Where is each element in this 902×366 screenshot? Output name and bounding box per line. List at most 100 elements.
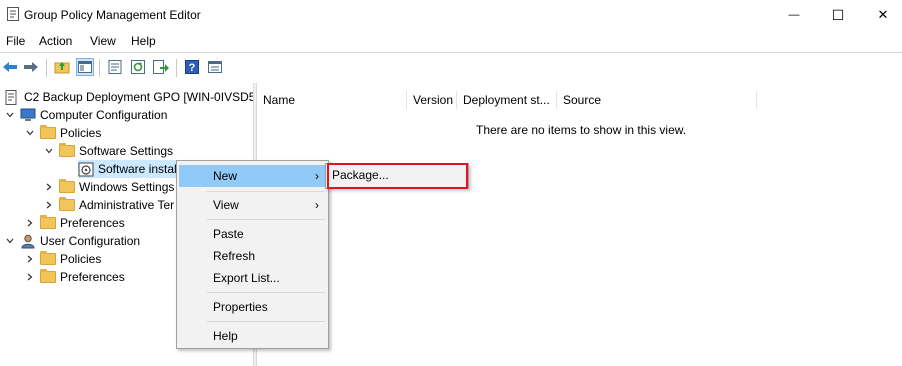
tree-label: Preferences <box>60 216 125 230</box>
tree-label: C2 Backup Deployment GPO [WIN-0IVSD5I <box>24 90 259 104</box>
tree-item-computer-configuration[interactable]: Computer Configuration <box>4 106 167 124</box>
chevron-right-icon[interactable] <box>43 181 55 193</box>
column-header-version[interactable]: Version <box>407 91 457 109</box>
close-button[interactable]: ✕ <box>860 0 902 30</box>
menu-item-properties[interactable]: Properties <box>179 296 327 318</box>
refresh-icon <box>131 60 145 74</box>
menu-item-help[interactable]: Help <box>179 325 327 347</box>
svg-text:?: ? <box>189 62 196 74</box>
folder-icon <box>59 179 75 194</box>
maximize-icon: ☐ <box>831 6 845 23</box>
folder-icon <box>40 269 56 284</box>
folder-icon <box>59 197 75 212</box>
folder-icon <box>59 143 75 158</box>
submenu-arrow-icon: › <box>315 169 319 183</box>
menu-item-label: Help <box>213 329 238 343</box>
refresh-button[interactable] <box>129 58 147 76</box>
menu-item-label: Refresh <box>213 249 256 263</box>
help-button[interactable]: ? <box>183 58 201 76</box>
menu-help[interactable]: Help <box>131 34 156 48</box>
minimize-button[interactable]: — <box>771 0 817 30</box>
tree-label: Administrative Ter <box>79 198 175 212</box>
menu-bar: File Action View Help <box>0 30 902 52</box>
tree-item-gpo-root[interactable]: C2 Backup Deployment GPO [WIN-0IVSD5I <box>4 88 259 106</box>
tree-item-software-settings[interactable]: Software Settings <box>43 142 173 160</box>
tree-item-user-policies[interactable]: Policies <box>24 250 101 268</box>
tree-item-user-configuration[interactable]: User Configuration <box>4 232 140 250</box>
show-hide-tree-icon <box>78 61 92 73</box>
menu-separator <box>207 219 325 220</box>
menu-separator <box>207 191 325 192</box>
menu-item-label: Export List... <box>213 271 280 285</box>
up-folder-icon <box>54 62 70 74</box>
user-icon <box>20 234 36 248</box>
tree-item-windows-settings[interactable]: Windows Settings <box>43 178 174 196</box>
menu-file[interactable]: File <box>6 34 25 48</box>
window-title: Group Policy Management Editor <box>24 8 201 22</box>
toolbar-separator <box>176 59 177 77</box>
menu-view[interactable]: View <box>90 34 116 48</box>
tree-item-administrative-templates[interactable]: Administrative Ter <box>43 196 174 214</box>
chevron-right-icon[interactable] <box>24 253 36 265</box>
tree-label: Preferences <box>60 270 125 284</box>
menu-separator <box>207 321 325 322</box>
context-menu: New › View › Paste Refresh Export List..… <box>176 160 329 349</box>
tree-label: Windows Settings <box>79 180 175 194</box>
properties-button[interactable] <box>106 58 124 76</box>
column-header-name[interactable]: Name <box>257 91 407 109</box>
help-icon: ? <box>185 60 199 74</box>
column-header-deployment-state[interactable]: Deployment st... <box>457 91 557 109</box>
menu-action[interactable]: Action <box>39 34 72 48</box>
tree-label: Computer Configuration <box>40 108 168 122</box>
details-pane: Name Version Deployment st... Source The… <box>257 83 902 366</box>
chevron-down-icon[interactable] <box>43 145 55 157</box>
tree-item-preferences[interactable]: Preferences <box>24 214 125 232</box>
gpo-document-icon <box>4 89 20 105</box>
toolbar-separator <box>46 59 47 77</box>
chevron-right-icon[interactable] <box>24 217 36 229</box>
tree-label: Policies <box>60 126 102 140</box>
menu-item-refresh[interactable]: Refresh <box>179 245 327 267</box>
title-bar: Group Policy Management Editor — ☐ ✕ <box>0 0 902 30</box>
chevron-down-icon[interactable] <box>4 109 16 121</box>
empty-list-message: There are no items to show in this view. <box>476 123 687 137</box>
show-hide-tree-button[interactable] <box>76 58 94 76</box>
console-view-icon <box>208 61 222 73</box>
menu-item-view[interactable]: View › <box>179 194 327 216</box>
folder-icon <box>40 215 56 230</box>
back-button[interactable] <box>1 58 19 76</box>
tree-label: Software instal <box>98 162 177 176</box>
export-list-button[interactable] <box>152 58 170 76</box>
forward-arrow-icon <box>24 62 38 72</box>
minimize-icon: — <box>788 9 800 21</box>
menu-item-paste[interactable]: Paste <box>179 223 327 245</box>
toolbar-separator <box>99 59 100 77</box>
menu-item-export-list[interactable]: Export List... <box>179 267 327 289</box>
properties-icon <box>108 60 122 74</box>
console-view-button[interactable] <box>206 58 224 76</box>
tree-item-user-preferences[interactable]: Preferences <box>24 268 125 286</box>
chevron-down-icon[interactable] <box>4 235 16 247</box>
submenu-arrow-icon: › <box>315 198 319 212</box>
tree-item-policies[interactable]: Policies <box>24 124 101 142</box>
menu-item-label: Properties <box>213 300 268 314</box>
close-icon: ✕ <box>877 7 889 22</box>
menu-item-new[interactable]: New › <box>179 165 327 187</box>
chevron-right-icon[interactable] <box>24 271 36 283</box>
tree-label: User Configuration <box>40 234 141 248</box>
software-installation-icon <box>78 162 94 176</box>
export-icon <box>153 60 169 74</box>
folder-icon <box>40 125 56 140</box>
chevron-right-icon[interactable] <box>43 199 55 211</box>
maximize-button[interactable]: ☐ <box>815 0 861 30</box>
up-one-level-button[interactable] <box>53 58 71 76</box>
forward-button[interactable] <box>22 58 40 76</box>
tree-label: Policies <box>60 252 102 266</box>
column-header-source[interactable]: Source <box>557 91 757 109</box>
menu-separator <box>207 292 325 293</box>
package-callout-highlight <box>327 163 468 189</box>
chevron-down-icon[interactable] <box>24 127 36 139</box>
folder-icon <box>40 251 56 266</box>
back-arrow-icon <box>3 62 17 72</box>
menu-item-label: New <box>213 169 238 183</box>
